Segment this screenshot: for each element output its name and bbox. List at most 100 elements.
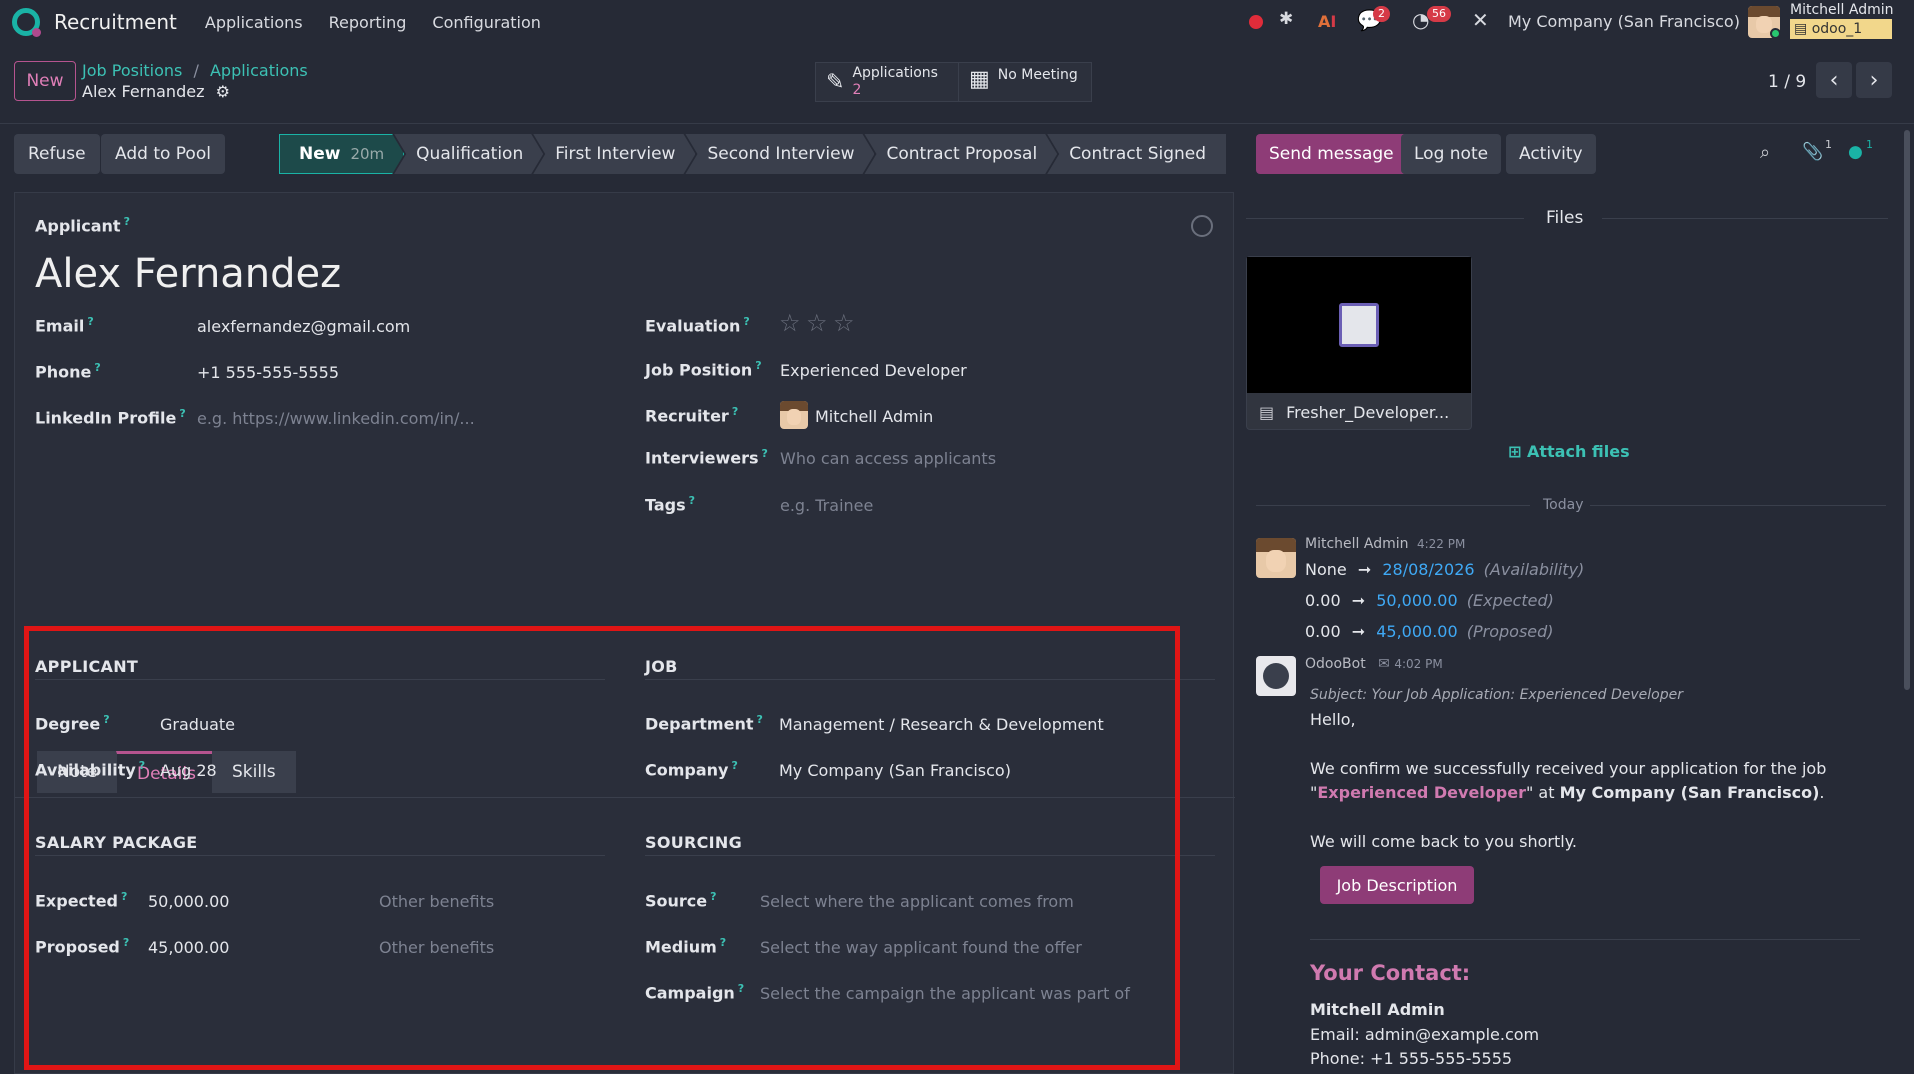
email-label: Email? xyxy=(35,315,94,336)
breadcrumb-job-positions[interactable]: Job Positions xyxy=(82,61,182,80)
evaluation-label: Evaluation? xyxy=(645,315,750,336)
add-to-pool-button[interactable]: Add to Pool xyxy=(101,134,225,174)
record-title: Alex Fernandez ⚙ xyxy=(82,82,230,101)
applicant-name[interactable]: Alex Fernandez xyxy=(35,251,341,297)
record-icon[interactable] xyxy=(1249,15,1263,29)
stage-timer: 20m xyxy=(350,145,385,163)
applications-smart-button[interactable]: ✎ Applications 2 xyxy=(815,62,959,102)
contact-phone: Phone: +1 555-555-5555 xyxy=(1310,1049,1513,1068)
ai-icon[interactable]: AI xyxy=(1318,12,1336,31)
new-button[interactable]: New xyxy=(14,61,76,101)
send-message-button[interactable]: Send message xyxy=(1256,134,1407,174)
document-icon xyxy=(1339,303,1379,347)
activities-badge: 56 xyxy=(1427,6,1451,22)
stage-contract-signed[interactable]: Contract Signed xyxy=(1047,134,1227,174)
message-author-avatar[interactable] xyxy=(1256,538,1296,578)
applications-stat-count: 2 xyxy=(852,82,862,98)
contact-email: Email: admin@example.com xyxy=(1310,1025,1540,1044)
today-label: Today xyxy=(1543,497,1584,513)
evaluation-star-1-icon[interactable]: ☆ xyxy=(779,309,801,337)
email-line3: We will come back to you shortly. xyxy=(1310,832,1577,851)
chevron-right-icon: › xyxy=(1869,67,1879,93)
stage-pipeline: New 20m Qualification First Interview Se… xyxy=(279,134,1227,174)
evaluation-star-3-icon[interactable]: ☆ xyxy=(833,309,855,337)
company-switcher[interactable]: My Company (San Francisco) xyxy=(1508,12,1740,31)
gear-icon[interactable]: ⚙ xyxy=(216,82,230,101)
phone-label: Phone? xyxy=(35,361,101,382)
email-job-link[interactable]: Experienced Developer xyxy=(1317,783,1526,802)
breadcrumb-applications[interactable]: Applications xyxy=(210,61,308,80)
control-panel: New Job Positions / Applications Alex Fe… xyxy=(0,44,1914,124)
odoobot-author-line: OdooBot ✉ 4:02 PM xyxy=(1305,656,1443,672)
applications-stat-label: Applications xyxy=(852,65,938,81)
meeting-stat-label: No Meeting xyxy=(997,67,1078,83)
linkedin-field[interactable]: e.g. https://www.linkedin.com/in/... xyxy=(197,409,475,428)
odoobot-author[interactable]: OdooBot xyxy=(1305,656,1366,672)
phone-field[interactable]: +1 555-555-5555 xyxy=(197,363,339,382)
chatter-scrollbar[interactable] xyxy=(1904,130,1910,690)
contact-name: Mitchell Admin xyxy=(1310,1000,1445,1019)
pager-next-button[interactable]: › xyxy=(1856,62,1892,98)
job-position-field[interactable]: Experienced Developer xyxy=(780,361,967,380)
meeting-smart-button[interactable]: ▦ No Meeting xyxy=(958,62,1092,102)
followers-count: 1 xyxy=(1866,138,1873,151)
attach-files-link[interactable]: ⊞ Attach files xyxy=(1508,442,1630,461)
email-field[interactable]: alexfernandez@gmail.com xyxy=(197,317,410,336)
messages-badge: 2 xyxy=(1373,6,1390,22)
stage-first-interview[interactable]: First Interview xyxy=(533,134,695,174)
tracking-expected: 0.00 ➞ 50,000.00 (Expected) xyxy=(1305,591,1554,610)
app-brand[interactable]: Recruitment xyxy=(12,8,177,37)
file-icon: ▤ xyxy=(1259,402,1275,422)
tools-icon[interactable]: ✕ xyxy=(1472,8,1489,32)
menu-configuration[interactable]: Configuration xyxy=(432,13,541,32)
tracking-proposed: 0.00 ➞ 45,000.00 (Proposed) xyxy=(1305,622,1554,641)
activity-button[interactable]: Activity xyxy=(1506,134,1596,174)
today-divider-right xyxy=(1590,505,1886,506)
stage-contract-proposal[interactable]: Contract Proposal xyxy=(864,134,1057,174)
odoobot-time: 4:02 PM xyxy=(1394,657,1443,671)
online-status-icon xyxy=(1770,28,1781,39)
followers-icon[interactable]: ● xyxy=(1848,142,1863,162)
database-badge: ▤ odoo_1 xyxy=(1790,19,1892,39)
email-divider xyxy=(1310,939,1860,940)
file-attachment-card[interactable]: ▤ Fresher_Developer... xyxy=(1246,256,1472,430)
files-heading: Files xyxy=(1546,208,1584,228)
recruiter-field[interactable]: Mitchell Admin xyxy=(815,407,933,426)
search-icon[interactable]: ⌕ xyxy=(1760,142,1770,163)
tags-field[interactable]: e.g. Trainee xyxy=(780,496,873,515)
applicant-label: Applicant? xyxy=(35,215,130,236)
paperclip-icon[interactable]: 📎 xyxy=(1802,142,1823,162)
stage-second-interview[interactable]: Second Interview xyxy=(685,134,874,174)
interviewers-field[interactable]: Who can access applicants xyxy=(780,449,996,468)
stage-new[interactable]: New 20m xyxy=(279,134,404,174)
email-line1: We confirm we successfully received your… xyxy=(1310,759,1827,778)
email-subject: Subject: Your Job Application: Experienc… xyxy=(1310,687,1683,703)
menu-reporting[interactable]: Reporting xyxy=(329,13,407,32)
log-note-button[interactable]: Log note xyxy=(1401,134,1502,174)
chevron-left-icon: ‹ xyxy=(1829,67,1839,93)
odoo-logo-icon xyxy=(12,8,41,37)
evaluation-star-2-icon[interactable]: ☆ xyxy=(806,309,828,337)
attachments-count: 1 xyxy=(1825,138,1832,151)
pager-previous-button[interactable]: ‹ xyxy=(1816,62,1852,98)
stage-label: New xyxy=(299,144,341,164)
pager-value[interactable]: 1 / 9 xyxy=(1768,72,1806,92)
priority-toggle[interactable] xyxy=(1191,215,1213,237)
user-name[interactable]: Mitchell Admin xyxy=(1790,2,1894,18)
record-name: Alex Fernandez xyxy=(82,82,205,101)
bug-icon[interactable]: ✱ xyxy=(1279,9,1293,29)
job-description-button[interactable]: Job Description xyxy=(1320,866,1474,904)
files-divider-left xyxy=(1246,218,1524,219)
files-divider-right xyxy=(1602,218,1888,219)
odoobot-avatar[interactable] xyxy=(1256,656,1296,696)
message-author[interactable]: Mitchell Admin xyxy=(1305,536,1409,552)
breadcrumb: Job Positions / Applications xyxy=(82,61,308,80)
refuse-button[interactable]: Refuse xyxy=(14,134,100,174)
menu-applications[interactable]: Applications xyxy=(205,13,303,32)
message-time: 4:22 PM xyxy=(1416,537,1466,551)
main-menu: Applications Reporting Configuration xyxy=(205,13,541,32)
stage-qualification[interactable]: Qualification xyxy=(394,134,543,174)
tracking-availability: None ➞ 28/08/2026 (Availability) xyxy=(1305,560,1585,579)
app-name: Recruitment xyxy=(54,10,177,34)
job-position-label: Job Position? xyxy=(645,359,762,380)
